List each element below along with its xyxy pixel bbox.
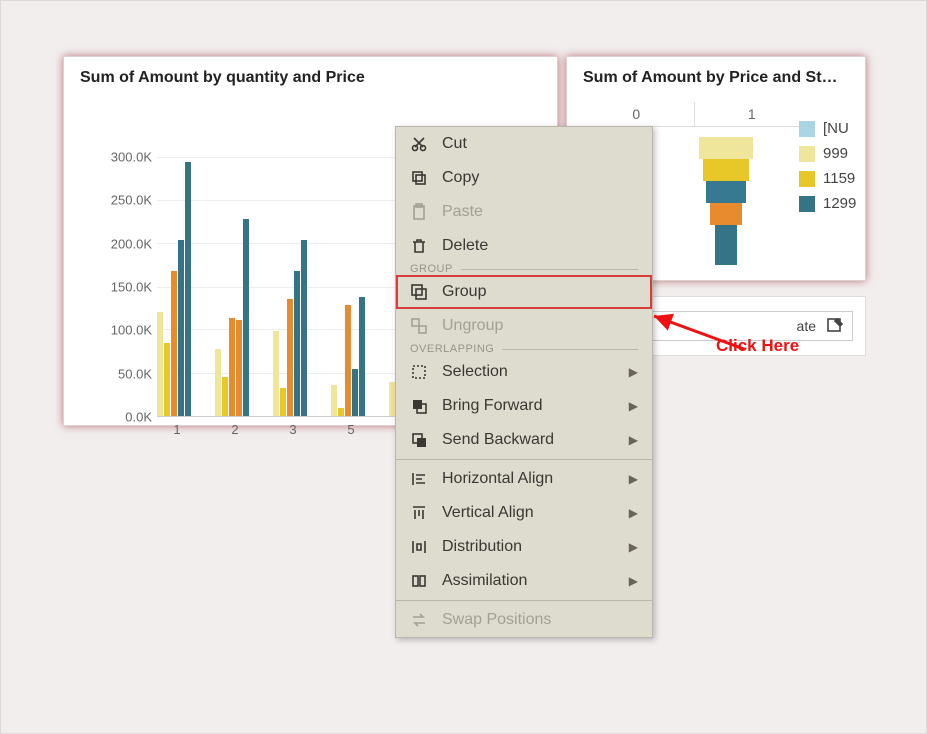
- swap-icon: [410, 611, 428, 629]
- chevron-right-icon: ▶: [629, 540, 638, 554]
- group-icon: [410, 283, 428, 301]
- chevron-right-icon: ▶: [629, 365, 638, 379]
- delete-icon: [410, 237, 428, 255]
- menu-item-send-backward[interactable]: Send Backward ▶: [396, 423, 652, 457]
- facet-header: 0: [579, 102, 695, 126]
- slicer-field: ate: [797, 318, 826, 334]
- chart-title-right: Sum of Amount by Price and St…: [567, 57, 865, 91]
- menu-item-ungroup: Ungroup: [396, 309, 652, 343]
- bar-group: [331, 157, 371, 416]
- bring-forward-icon: [410, 397, 428, 415]
- bar-group: [157, 157, 197, 416]
- menu-item-group[interactable]: Group: [396, 275, 652, 309]
- chevron-right-icon: ▶: [629, 399, 638, 413]
- menu-item-horizontal-align[interactable]: Horizontal Align ▶: [396, 462, 652, 496]
- bar-group: [215, 157, 255, 416]
- chevron-right-icon: ▶: [629, 574, 638, 588]
- paste-icon: [410, 203, 428, 221]
- bar-group: [273, 157, 313, 416]
- legend-item: [NU: [799, 120, 859, 137]
- ungroup-icon: [410, 317, 428, 335]
- distribution-icon: [410, 538, 428, 556]
- menu-item-bring-forward[interactable]: Bring Forward ▶: [396, 389, 652, 423]
- edit-icon[interactable]: [826, 317, 844, 335]
- selection-icon: [410, 363, 428, 381]
- halign-icon: [410, 470, 428, 488]
- send-backward-icon: [410, 431, 428, 449]
- bar-chart: 300.0K 250.0K 200.0K 150.0K 100.0K 50.0K…: [92, 157, 442, 457]
- menu-item-assimilation[interactable]: Assimilation ▶: [396, 564, 652, 598]
- legend-item: 1299: [799, 195, 859, 212]
- menu-group-label: OVERLAPPING: [396, 343, 652, 355]
- cut-icon: [410, 135, 428, 153]
- menu-item-vertical-align[interactable]: Vertical Align ▶: [396, 496, 652, 530]
- copy-icon: [410, 169, 428, 187]
- legend-item: 999: [799, 145, 859, 162]
- menu-item-cut[interactable]: Cut: [396, 127, 652, 161]
- y-axis-labels: 300.0K 250.0K 200.0K 150.0K 100.0K 50.0K…: [92, 157, 152, 417]
- facet-header: 1: [695, 102, 810, 126]
- menu-item-distribution[interactable]: Distribution ▶: [396, 530, 652, 564]
- chevron-right-icon: ▶: [629, 506, 638, 520]
- chevron-right-icon: ▶: [629, 433, 638, 447]
- chevron-right-icon: ▶: [629, 472, 638, 486]
- menu-group-label: GROUP: [396, 263, 652, 275]
- context-menu: Cut Copy Paste Delete GROUP Group Ungrou…: [395, 126, 653, 638]
- legend: [NU 999 1159 1299: [799, 112, 859, 220]
- menu-item-paste: Paste: [396, 195, 652, 229]
- legend-item: 1159: [799, 170, 859, 187]
- chart-title-left: Sum of Amount by quantity and Price: [64, 57, 557, 91]
- menu-item-delete[interactable]: Delete: [396, 229, 652, 263]
- assimilation-icon: [410, 572, 428, 590]
- menu-item-swap-positions: Swap Positions: [396, 603, 652, 637]
- annotation-text: Click Here: [716, 336, 799, 356]
- valign-icon: [410, 504, 428, 522]
- menu-item-copy[interactable]: Copy: [396, 161, 652, 195]
- menu-item-selection[interactable]: Selection ▶: [396, 355, 652, 389]
